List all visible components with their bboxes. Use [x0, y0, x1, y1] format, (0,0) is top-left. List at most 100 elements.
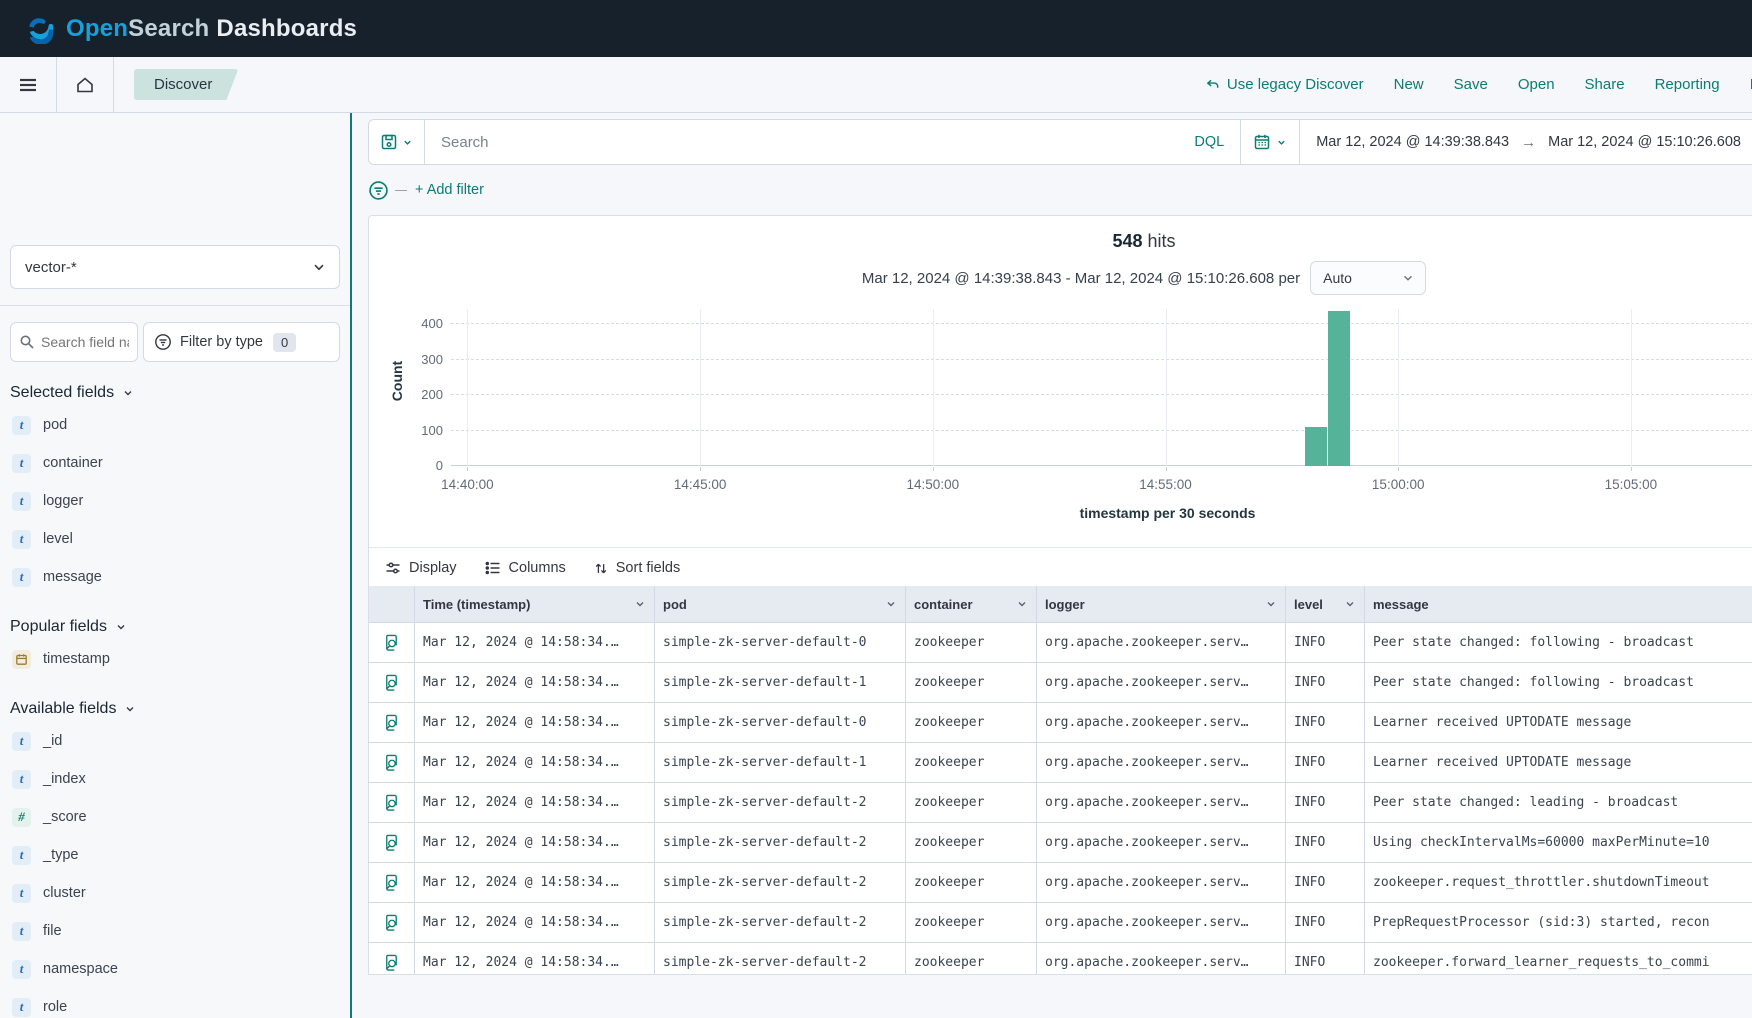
text-field-icon: t	[12, 960, 31, 979]
table-cell: zookeeper	[905, 863, 1036, 902]
add-filter-button[interactable]: + Add filter	[415, 182, 484, 198]
expand-document-button[interactable]	[369, 943, 414, 975]
content: vector-* Filter by type 0 Selected field…	[0, 113, 1752, 1018]
table-cell: Mar 12, 2024 @ 14:58:34.…	[414, 943, 654, 975]
column-header-level[interactable]: level	[1285, 586, 1364, 622]
filter-by-type-button[interactable]: Filter by type 0	[143, 322, 340, 362]
inspect-doc-icon	[383, 914, 400, 932]
column-header-container[interactable]: container	[905, 586, 1036, 622]
calendar-button[interactable]	[1241, 120, 1300, 164]
y-gridline	[451, 430, 1752, 431]
field-name: container	[43, 455, 103, 471]
table-cell: simple-zk-server-default-2	[654, 903, 905, 942]
field-item--score[interactable]: #_score	[10, 798, 340, 836]
toolbar-action-share[interactable]: Share	[1585, 76, 1625, 93]
field-item-pod[interactable]: tpod	[10, 406, 340, 444]
chevron-down-icon	[1016, 598, 1028, 610]
filter-circle-icon[interactable]	[368, 180, 389, 201]
field-item-file[interactable]: tfile	[10, 912, 340, 950]
histogram-bar[interactable]	[1305, 427, 1327, 466]
x-tick-label: 14:55:00	[1139, 477, 1192, 492]
field-item-logger[interactable]: tlogger	[10, 482, 340, 520]
field-name: namespace	[43, 961, 118, 977]
filter-circle-icon	[154, 333, 172, 351]
column-header-logger[interactable]: logger	[1036, 586, 1285, 622]
undo-icon	[1205, 77, 1220, 92]
menu-button[interactable]	[0, 57, 56, 112]
index-pattern-select[interactable]: vector-*	[10, 245, 340, 289]
y-tick-label: 0	[373, 458, 443, 473]
table-cell: Peer state changed: following - broadcas…	[1364, 623, 1752, 662]
date-to[interactable]: Mar 12, 2024 @ 15:10:26.608	[1548, 134, 1741, 150]
saved-queries-button[interactable]	[369, 120, 425, 164]
field-name: role	[43, 999, 67, 1015]
field-item--id[interactable]: t_id	[10, 722, 340, 760]
table-cell: zookeeper	[905, 663, 1036, 702]
query-bar: DQL Mar 12, 2024 @ 14:39:38.843 → Mar 12…	[368, 119, 1752, 165]
expand-document-button[interactable]	[369, 863, 414, 902]
expand-document-button[interactable]	[369, 703, 414, 742]
expand-document-button[interactable]	[369, 823, 414, 862]
interval-select[interactable]: Auto	[1310, 261, 1426, 295]
home-button[interactable]	[57, 57, 113, 112]
query-language-button[interactable]: DQL	[1178, 134, 1240, 150]
table-cell: INFO	[1285, 823, 1364, 862]
column-header-pod[interactable]: pod	[654, 586, 905, 622]
field-item-namespace[interactable]: t namespace	[10, 950, 340, 988]
expand-document-button[interactable]	[369, 903, 414, 942]
field-item--index[interactable]: t_index	[10, 760, 340, 798]
expand-document-button[interactable]	[369, 663, 414, 702]
table-cell: zookeeper	[905, 823, 1036, 862]
table-cell: INFO	[1285, 903, 1364, 942]
field-item-cluster[interactable]: tcluster	[10, 874, 340, 912]
section-selected-fields[interactable]: Selected fields	[10, 384, 340, 402]
expand-document-button[interactable]	[369, 623, 414, 662]
save-icon	[380, 133, 398, 151]
histogram-bar[interactable]	[1328, 311, 1350, 466]
field-item-message[interactable]: tmessage	[10, 558, 340, 596]
field-item-container[interactable]: tcontainer	[10, 444, 340, 482]
y-tick-label: 200	[373, 387, 443, 402]
table-row: Mar 12, 2024 @ 14:58:34.…simple-zk-serve…	[369, 662, 1752, 702]
sort-fields-button[interactable]: Sort fields	[594, 560, 680, 576]
expand-document-button[interactable]	[369, 743, 414, 782]
chevron-down-icon	[311, 259, 327, 275]
columns-button[interactable]: Columns	[485, 560, 566, 576]
breadcrumb-discover[interactable]: Discover	[134, 69, 238, 100]
search-input[interactable]	[425, 120, 1178, 164]
column-header-message[interactable]: message	[1364, 586, 1752, 622]
toolbar-action-use-legacy-discover[interactable]: Use legacy Discover	[1205, 76, 1364, 93]
nav-separator	[113, 57, 114, 112]
field-item-timestamp[interactable]: timestamp	[10, 640, 340, 678]
expand-document-button[interactable]	[369, 783, 414, 822]
text-field-icon: t	[12, 998, 31, 1017]
expand-column-header	[369, 586, 414, 622]
field-item--type[interactable]: t_type	[10, 836, 340, 874]
app-header: OpenSearchDashboards	[0, 0, 1752, 57]
inspect-doc-icon	[383, 834, 400, 852]
toolbar-action-save[interactable]: Save	[1454, 76, 1488, 93]
chevron-down-icon	[1344, 598, 1356, 610]
x-tick	[700, 467, 701, 471]
chevron-down-icon	[402, 137, 413, 148]
section-popular-fields[interactable]: Popular fields	[10, 618, 340, 636]
y-tick-label: 400	[373, 316, 443, 331]
toolbar-action-reporting[interactable]: Reporting	[1655, 76, 1720, 93]
field-item-role[interactable]: trole	[10, 988, 340, 1018]
table-cell: Mar 12, 2024 @ 14:58:34.…	[414, 823, 654, 862]
field-search-input[interactable]	[41, 334, 129, 350]
nav-toolbar: Discover Use legacy Discover New Save Open S…	[0, 57, 1752, 113]
field-name: _type	[43, 847, 78, 863]
date-from[interactable]: Mar 12, 2024 @ 14:39:38.843	[1316, 134, 1509, 150]
field-item-level[interactable]: tlevel	[10, 520, 340, 558]
text-field-icon: t	[12, 530, 31, 549]
toolbar-action-open[interactable]: Open	[1518, 76, 1555, 93]
table-header-row: Time (timestamp)podcontainerloggerlevelm…	[369, 586, 1752, 622]
field-name: _index	[43, 771, 86, 787]
display-button[interactable]: Display	[385, 560, 457, 576]
toolbar-action-new[interactable]: New	[1394, 76, 1424, 93]
x-tick-label: 15:05:00	[1605, 477, 1658, 492]
index-pattern-value: vector-*	[25, 259, 77, 276]
section-available-fields[interactable]: Available fields	[10, 700, 340, 718]
column-header-time-timestamp-[interactable]: Time (timestamp)	[414, 586, 654, 622]
